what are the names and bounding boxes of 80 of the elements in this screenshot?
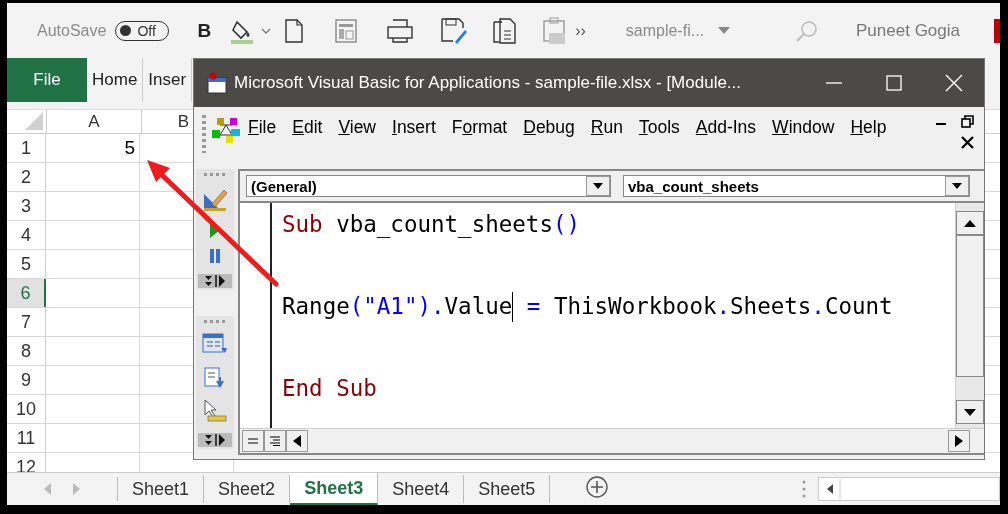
ribbon-tab[interactable]: Inser [143,58,193,102]
menu-item[interactable]: File [240,117,285,138]
import-file-icon[interactable] [204,367,226,389]
window-title: Microsoft Visual Basic for Applications - sample-file.xlsx - [Module... [234,73,742,93]
row-header[interactable]: 10 [7,395,46,423]
code-line: Range("A1").Value = ThisWorkbook.Sheets.Count [282,286,955,327]
row-header[interactable]: 7 [7,308,46,336]
row-header[interactable]: 2 [7,163,46,191]
pointer-ruler-icon[interactable] [202,399,228,423]
add-sheet-icon[interactable] [586,476,609,498]
printer-icon[interactable] [387,18,414,43]
more-commands[interactable]: ›› [575,21,586,40]
menu-item[interactable]: Add-Ins [687,117,765,138]
module-view-button[interactable] [264,430,286,452]
row-header[interactable]: 1 [7,134,46,162]
layout-icon[interactable] [335,18,358,43]
save-as-icon[interactable] [441,17,468,44]
procedure-view-icon[interactable] [248,438,258,444]
horizontal-scrollbar[interactable] [818,477,1000,501]
maximize-icon[interactable] [884,73,904,93]
menu-item[interactable]: View [330,117,384,138]
procedure-view-button[interactable] [242,430,264,452]
code-line: Sub vba_count_sheets() [282,210,582,240]
menu-item[interactable]: Help [842,117,895,138]
more-icon[interactable] [802,480,806,498]
menu-item[interactable]: Window [764,117,843,138]
sheet-tab[interactable]: Sheet4 [378,475,465,503]
row-header[interactable]: 3 [7,192,46,220]
dropdown-arrow-icon[interactable] [952,183,962,189]
file-tab[interactable]: File [7,58,87,102]
menu-item[interactable]: Edit [284,117,331,138]
scroll-down-button[interactable] [956,400,984,424]
dropdown-caret-icon[interactable] [718,27,731,34]
vba-logo-icon[interactable] [212,117,240,143]
toolbar-options-icon[interactable] [203,433,227,447]
pause-icon[interactable] [209,248,221,264]
right-arrow-icon[interactable] [955,435,963,447]
user-name[interactable]: Puneet Gogia [856,20,960,41]
module-view-icon[interactable] [270,436,280,446]
table-cell: 5 [46,134,140,162]
menu-item[interactable]: Run [582,117,631,138]
close-icon[interactable] [961,136,974,149]
vba-window-icon[interactable] [206,72,228,94]
menu-item[interactable]: Tools [630,117,688,138]
menu-item[interactable]: Insert [384,117,444,138]
sheet-tab[interactable]: Sheet5 [464,475,551,503]
row-header[interactable]: 8 [7,337,46,365]
down-arrow-icon[interactable] [964,408,976,416]
up-arrow-icon[interactable] [964,219,976,227]
bold-button[interactable]: B [197,19,212,42]
menu-item[interactable]: Debug [515,117,583,138]
menu-item[interactable]: Format [443,117,516,138]
dropdown-arrow-icon[interactable] [592,183,603,189]
scroll-left-button[interactable] [286,430,308,452]
left-arrow-icon[interactable] [293,435,301,447]
sheet-tab[interactable]: Sheet1 [118,475,205,503]
vertical-scrollbar[interactable] [955,203,984,428]
procedure-dropdown[interactable]: vba_count_sheets [622,175,970,197]
document-icon[interactable] [285,18,304,43]
toolbar-options-icon[interactable] [203,274,227,288]
column-header[interactable]: B [142,110,193,133]
row-header[interactable]: 9 [7,366,46,394]
sheet-tab[interactable]: Sheet3 [290,473,379,505]
row-header[interactable]: 5 [7,250,46,278]
ribbon-tab[interactable]: Home [87,58,144,102]
column-header[interactable]: A [47,110,142,133]
scroll-up-button[interactable] [956,211,984,235]
autosave-label: AutoSave [37,21,107,40]
object-dropdown[interactable]: (General) [246,175,611,197]
row-header[interactable]: 11 [7,424,46,452]
restore-icon[interactable] [961,115,974,128]
scroll-thumb[interactable] [956,235,984,377]
row-header[interactable]: 4 [7,221,46,249]
toolbar-grip[interactable] [202,115,206,153]
row-header[interactable]: 6 [7,279,46,307]
copy-icon[interactable] [493,17,518,44]
code-line: End Sub [282,374,378,403]
record-icon[interactable] [994,18,1000,43]
caret-icon[interactable] [261,27,272,34]
scroll-right-button[interactable] [948,430,970,452]
